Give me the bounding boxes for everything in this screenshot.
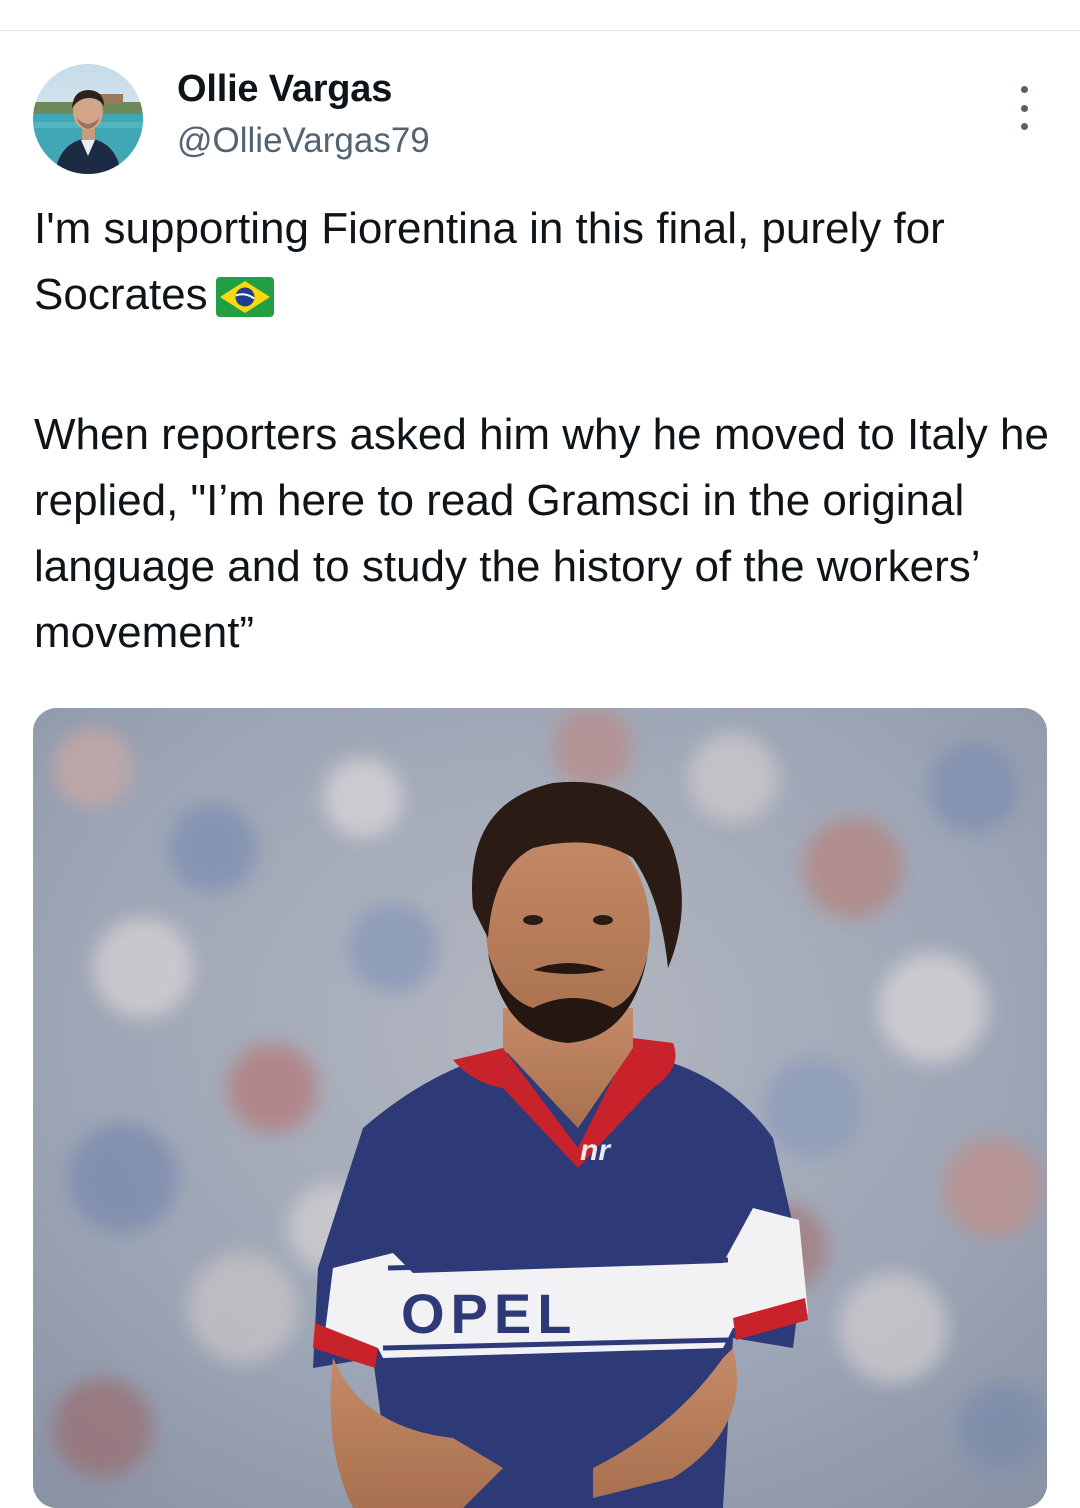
more-vertical-icon <box>1020 86 1028 93</box>
more-dot <box>1020 123 1028 130</box>
author-avatar[interactable] <box>33 64 143 174</box>
tweet-paragraph-2: When reporters asked him why he moved to… <box>34 410 1049 657</box>
more-dot <box>1020 104 1028 112</box>
author-handle[interactable]: @OllieVargas79 <box>177 121 430 161</box>
avatar-photo-icon <box>33 64 143 174</box>
more-options-button[interactable] <box>1004 86 1044 130</box>
shirt-sponsor-text: OPEL <box>401 1282 577 1345</box>
author-display-name[interactable]: Ollie Vargas <box>177 68 392 111</box>
brazil-flag-icon <box>215 270 274 336</box>
tweet-paragraph-1: I'm supporting Fiorentina in this final,… <box>34 196 1054 336</box>
tweet-text: I'm supporting Fiorentina in this final,… <box>34 196 1054 666</box>
tweet-paragraph-1-text: I'm supporting Fiorentina in this final,… <box>34 204 945 319</box>
tweet-media-photo[interactable]: nr OPEL <box>33 708 1047 1508</box>
shirt-logo-text: nr <box>580 1134 612 1167</box>
top-divider <box>0 30 1080 31</box>
player-photo: nr OPEL <box>33 708 1047 1508</box>
